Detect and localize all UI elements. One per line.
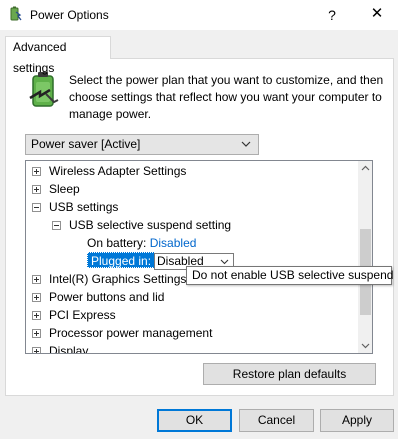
tree-item-label: Intel(R) Graphics Settings [49, 272, 187, 286]
help-button[interactable]: ? [320, 5, 344, 25]
expand-icon[interactable] [32, 347, 41, 353]
on-battery-label: On battery: [87, 236, 147, 250]
power-options-icon [7, 6, 23, 22]
expand-icon[interactable] [32, 275, 41, 284]
tooltip: Do not enable USB selective suspend [186, 266, 393, 285]
scroll-down-icon[interactable] [358, 338, 372, 353]
expand-icon[interactable] [32, 167, 41, 176]
tree-item-label: Display [49, 344, 89, 354]
collapse-icon[interactable] [52, 221, 61, 230]
tree-item-label: Processor power management [49, 326, 213, 340]
tree-item-label: USB selective suspend setting [69, 218, 232, 232]
expand-icon[interactable] [32, 329, 41, 338]
intro-text: Select the power plan that you want to c… [69, 73, 384, 121]
collapse-icon[interactable] [32, 203, 41, 212]
plugged-in-label: Plugged in: [87, 252, 156, 268]
expand-icon[interactable] [32, 293, 41, 302]
tree-item-label: Sleep [49, 182, 80, 196]
tree-item-label: USB settings [49, 200, 119, 214]
on-battery-value[interactable]: Disabled [150, 236, 197, 250]
settings-tree[interactable]: Wireless Adapter Settings Sleep USB sett… [25, 160, 373, 354]
tree-item-on-battery[interactable]: On battery: Disabled [87, 234, 287, 252]
power-plan-select[interactable]: Power saver [Active] [25, 134, 259, 155]
tree-item-label: PCI Express [49, 308, 116, 322]
expand-icon[interactable] [32, 185, 41, 194]
tree-item-label: Wireless Adapter Settings [49, 164, 187, 178]
expand-icon[interactable] [32, 311, 41, 320]
window-title: Power Options [30, 8, 109, 22]
chevron-down-icon [239, 135, 253, 154]
ok-button[interactable]: OK [157, 409, 232, 432]
restore-plan-defaults-button[interactable]: Restore plan defaults [203, 363, 376, 385]
cancel-button[interactable]: Cancel [239, 409, 314, 432]
close-button[interactable]: ✕ [362, 3, 392, 25]
power-plan-select-value: Power saver [Active] [31, 137, 141, 151]
apply-button[interactable]: Apply [320, 409, 394, 432]
tree-scrollbar[interactable] [358, 161, 372, 353]
tab-advanced-settings[interactable]: Advanced settings [5, 36, 111, 75]
scroll-up-icon[interactable] [358, 161, 372, 176]
tree-item-label: Power buttons and lid [49, 290, 165, 304]
